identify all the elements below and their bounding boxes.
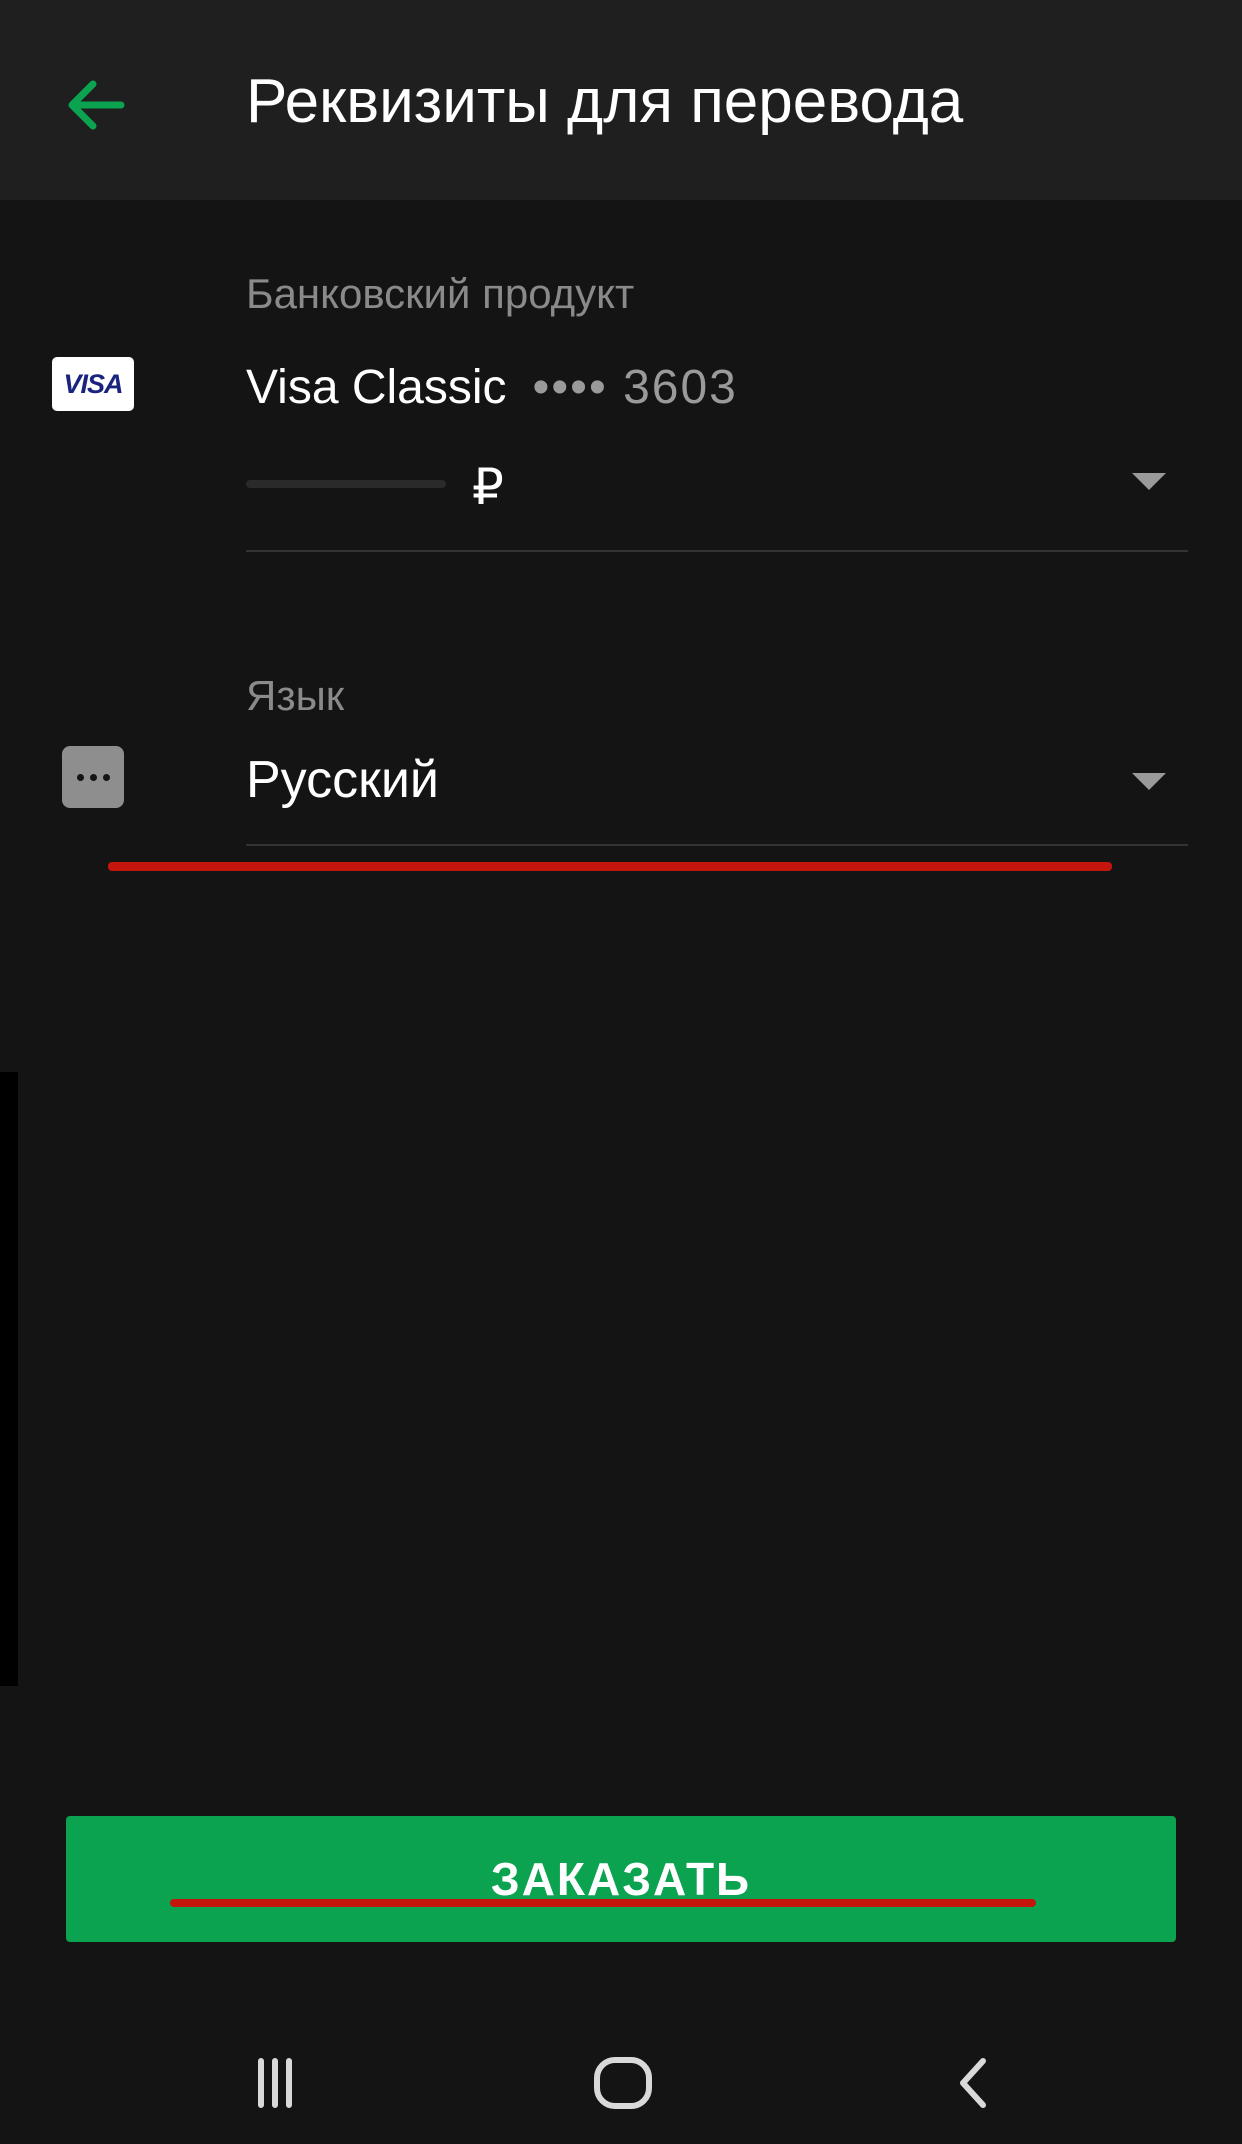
language-label: Язык [246, 672, 345, 719]
home-icon [594, 2057, 652, 2109]
left-edge-strip [0, 1072, 18, 1686]
annotation-underline [108, 862, 1112, 871]
visa-card-icon: VISA [52, 357, 134, 411]
system-back-button[interactable] [930, 2038, 1020, 2128]
chevron-down-icon [1132, 773, 1166, 790]
home-button[interactable] [578, 2038, 668, 2128]
app-bar: Реквизиты для перевода [0, 0, 1242, 200]
chevron-left-icon [960, 2058, 986, 2108]
bank-product-select[interactable]: ₽ [246, 440, 1188, 552]
arrow-left-icon [68, 80, 125, 130]
annotation-underline [170, 1899, 1036, 1907]
page-title: Реквизиты для перевода [246, 67, 964, 136]
language-select[interactable]: Русский [246, 740, 1188, 846]
order-button[interactable]: ЗАКАЗАТЬ [66, 1816, 1176, 1942]
language-value: Русский [246, 751, 439, 809]
chevron-down-icon [1132, 473, 1166, 490]
hidden-balance [246, 480, 446, 488]
recents-button[interactable] [230, 2038, 320, 2128]
more-dots-icon [62, 746, 124, 808]
bank-product-label: Банковский продукт [246, 270, 635, 317]
system-nav-bar [0, 2020, 1242, 2144]
card-info: Visa Classic •••• 3603 [246, 360, 738, 415]
recents-icon [258, 2058, 292, 2108]
card-number-mask: •••• 3603 [532, 361, 738, 414]
back-button[interactable] [50, 60, 140, 150]
order-button-label: ЗАКАЗАТЬ [490, 1853, 752, 1905]
balance-currency: ₽ [472, 459, 504, 515]
card-name: Visa Classic [246, 361, 507, 414]
